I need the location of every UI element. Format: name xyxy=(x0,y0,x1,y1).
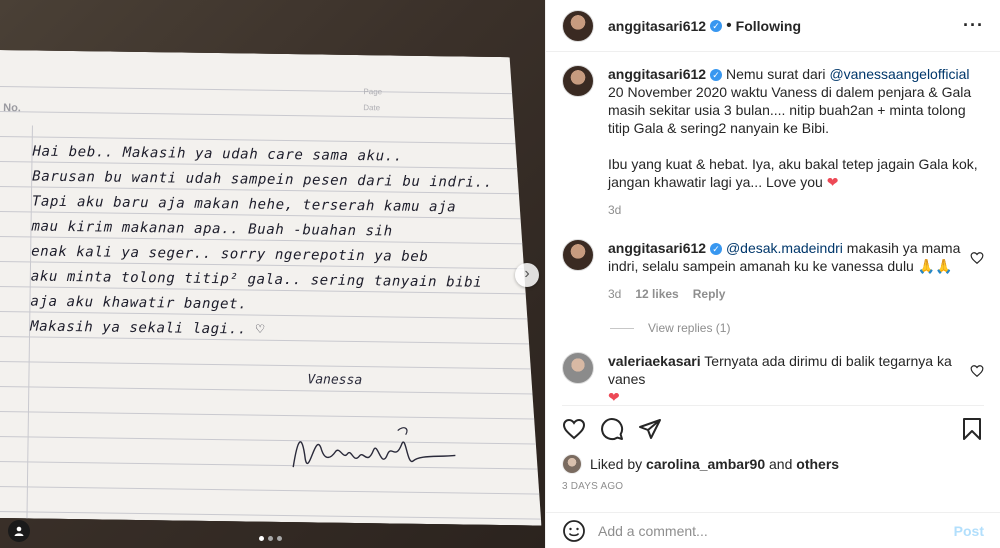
carousel-next-button[interactable]: › xyxy=(515,263,539,287)
comment-item: valeriaekasari Ternyata ada dirimu di ba… xyxy=(562,352,984,406)
letter-paper: No. Page Date Hai beb.. Makasih ya udah … xyxy=(0,50,545,526)
liker-username[interactable]: carolina_ambar90 xyxy=(646,456,765,472)
post-actions-bar xyxy=(562,405,984,445)
add-comment-bar: Post xyxy=(546,512,1000,548)
post-side-panel: anggitasari612 ✓ • Following ··· anggita… xyxy=(545,0,1000,548)
heart-emoji: ❤ xyxy=(826,174,839,190)
likes-others-link[interactable]: others xyxy=(796,456,839,472)
carousel-indicator xyxy=(259,536,282,541)
comment-time[interactable]: 3d xyxy=(608,285,621,303)
following-button[interactable]: Following xyxy=(736,18,801,34)
comments-list: anggitasari612 ✓ Nemu surat dari @vanessa… xyxy=(562,65,984,406)
caption-mention-link[interactable]: @vanessaangelofficial xyxy=(829,66,969,82)
letter-line: Tapi aku baru aja makan hehe, terserah k… xyxy=(31,193,457,216)
comment-body: anggitasari612 ✓ @desak.madeindri makasih… xyxy=(608,239,978,303)
carousel-dot xyxy=(259,536,264,541)
view-replies-label: View replies (1) xyxy=(648,321,731,335)
author-username[interactable]: anggitasari612 xyxy=(608,18,706,34)
letter-line: Makasih ya sekali lagi.. ♡ xyxy=(30,318,265,338)
reply-button[interactable]: Reply xyxy=(693,285,726,303)
letter-line: aja aku khawatir banget. xyxy=(30,293,248,313)
caption-avatar[interactable] xyxy=(562,65,594,97)
like-comment-heart-icon[interactable] xyxy=(970,364,984,378)
likes-prefix: Liked by xyxy=(590,456,643,472)
post-photo[interactable]: No. Page Date Hai beb.. Makasih ya udah … xyxy=(0,0,545,548)
paper-date-label: Date xyxy=(363,103,381,113)
caption: anggitasari612 ✓ Nemu surat dari @vanessa… xyxy=(562,65,984,219)
caption-body: anggitasari612 ✓ Nemu surat dari @vanessa… xyxy=(608,65,978,219)
likes-middle: and xyxy=(769,456,793,472)
comment-meta: 3d 12 likes Reply xyxy=(608,285,978,303)
post-header: anggitasari612 ✓ • Following ··· xyxy=(546,0,1000,52)
likes-summary: Liked by carolina_ambar90 and others xyxy=(562,454,839,474)
more-options-icon[interactable]: ··· xyxy=(963,15,984,36)
comment-avatar[interactable] xyxy=(562,239,594,271)
heart-emoji: ❤ xyxy=(608,389,620,405)
emoji-smiley-icon[interactable] xyxy=(562,519,586,543)
liker-avatar[interactable] xyxy=(562,454,582,474)
caption-time[interactable]: 3d xyxy=(608,201,621,219)
comment-mention-link[interactable]: @desak.madeindri xyxy=(726,240,843,256)
header-separator: • xyxy=(726,16,732,34)
view-replies-button[interactable]: View replies (1) xyxy=(610,321,984,335)
post-comment-button[interactable]: Post xyxy=(954,523,984,539)
caption-text-suffix: 20 November 2020 waktu Vaness di dalem p… xyxy=(608,84,972,136)
paper-no-label: No. xyxy=(3,102,22,115)
caption-meta: 3d xyxy=(608,201,978,219)
letter-line: Barusan bu wanti udah sampein pesen dari… xyxy=(32,168,493,191)
letter-line: enak kali ya seger.. sorry ngerepotin ya… xyxy=(31,243,429,266)
letter-line: aku minta tolong titip² gala.. sering ta… xyxy=(30,268,483,291)
like-heart-icon[interactable] xyxy=(562,417,586,441)
add-comment-input[interactable] xyxy=(598,522,954,539)
save-bookmark-icon[interactable] xyxy=(960,417,984,441)
comment-likes[interactable]: 12 likes xyxy=(635,285,678,303)
carousel-dot xyxy=(277,536,282,541)
tagged-users-button[interactable] xyxy=(8,520,30,542)
caption-text-2: Ibu yang kuat & hebat. Iya, aku bakal te… xyxy=(608,156,978,190)
caption-username[interactable]: anggitasari612 xyxy=(608,66,706,82)
letter-line: Hai beb.. Makasih ya udah care sama aku.… xyxy=(32,143,403,165)
verified-badge-icon: ✓ xyxy=(710,243,723,255)
author-avatar[interactable] xyxy=(562,9,594,42)
letter-line: mau kirim makanan apa.. Buah -buahan sih xyxy=(31,218,393,240)
caption-text-prefix: Nemu surat dari xyxy=(725,66,830,82)
verified-badge-icon: ✓ xyxy=(710,19,723,32)
comment-item: anggitasari612 ✓ @desak.madeindri makasih… xyxy=(562,239,984,303)
like-comment-heart-icon[interactable] xyxy=(970,251,984,265)
post-action-icons xyxy=(562,417,662,441)
carousel-dot xyxy=(268,536,273,541)
signature xyxy=(287,419,458,481)
share-paper-plane-icon[interactable] xyxy=(638,417,662,441)
comment-username[interactable]: valeriaekasari xyxy=(608,353,701,369)
comment-bubble-icon[interactable] xyxy=(600,417,624,441)
paper-page-label: Page xyxy=(363,87,383,97)
comment-body: valeriaekasari Ternyata ada dirimu di ba… xyxy=(608,352,978,406)
user-icon xyxy=(14,526,24,536)
view-replies-line xyxy=(610,327,634,329)
comment-avatar[interactable] xyxy=(562,352,594,384)
verified-badge-icon: ✓ xyxy=(710,69,723,81)
paper-margin-line xyxy=(5,125,33,525)
post-timestamp[interactable]: 3 DAYS AGO xyxy=(562,481,623,492)
comment-username[interactable]: anggitasari612 xyxy=(608,240,706,256)
signature-name: Vanessa xyxy=(307,372,363,389)
